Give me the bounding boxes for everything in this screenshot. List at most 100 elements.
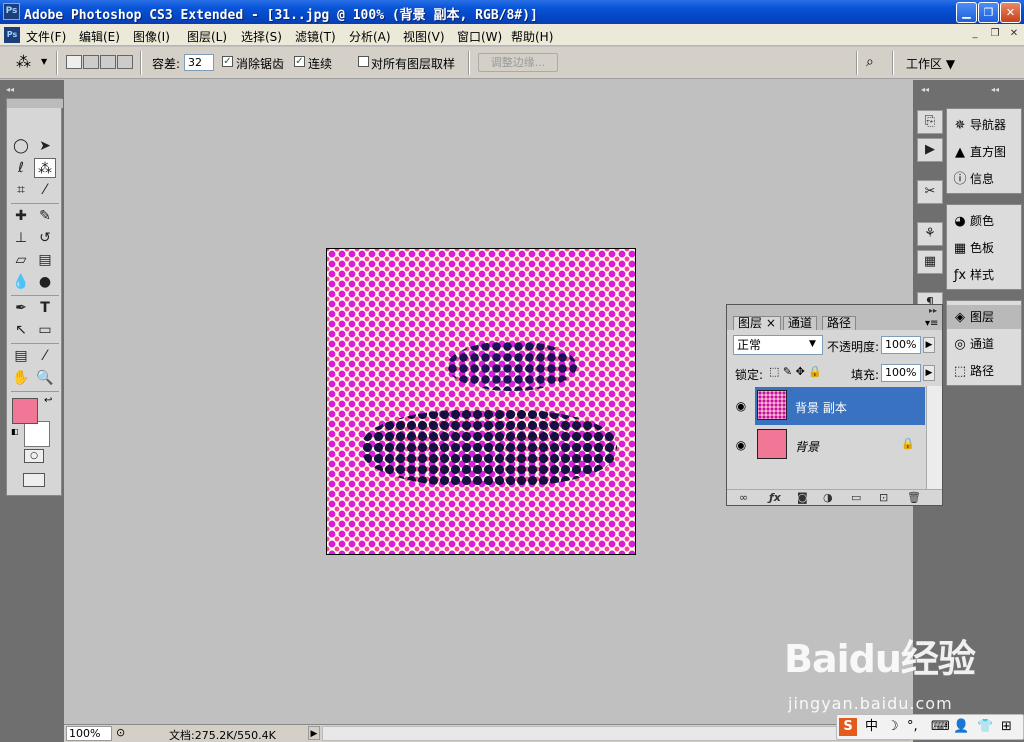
menu-help[interactable]: 帮助(H) bbox=[511, 28, 553, 45]
background-color-swatch[interactable] bbox=[24, 421, 50, 447]
eraser-icon[interactable]: ▱ bbox=[10, 250, 32, 270]
swap-colors-icon[interactable]: ↩ bbox=[44, 395, 52, 406]
workspace-menu[interactable]: 工作区 ▼ bbox=[906, 55, 955, 72]
tolerance-input[interactable]: 32 bbox=[184, 54, 214, 71]
path-select-icon[interactable]: ↖ bbox=[10, 320, 32, 340]
magic-wand-icon[interactable]: ⁂ bbox=[34, 158, 56, 178]
notes-icon[interactable]: ▤ bbox=[10, 346, 32, 366]
stamp-icon[interactable]: ⊥ bbox=[10, 228, 32, 248]
panel-navigator[interactable]: ✵ 导航器 bbox=[947, 113, 1021, 137]
dodge-icon[interactable]: ● bbox=[34, 272, 56, 292]
menu-file[interactable]: 文件(F) bbox=[26, 28, 66, 45]
tool-presets-icon[interactable]: ✂ bbox=[917, 180, 943, 204]
layer-row-selected[interactable]: 背景 副本 bbox=[755, 387, 925, 425]
tab-layers[interactable]: 图层 × bbox=[733, 316, 781, 330]
hand-icon[interactable]: ✋ bbox=[10, 368, 32, 388]
panel-histogram[interactable]: ▲ 直方图 bbox=[947, 140, 1021, 164]
sogou-icon[interactable]: S bbox=[839, 718, 857, 736]
layer-row[interactable]: 背景 🔒 bbox=[755, 426, 925, 464]
refine-edge-button[interactable]: 调整边缘... bbox=[478, 53, 558, 72]
type-icon[interactable]: T bbox=[34, 298, 56, 318]
move-icon[interactable]: ➤ bbox=[34, 136, 56, 156]
menu-window[interactable]: 窗口(W) bbox=[457, 28, 502, 45]
new-group-icon[interactable]: ▭ bbox=[851, 492, 861, 504]
document-icon[interactable]: Ps bbox=[4, 27, 20, 43]
restore-button[interactable]: ❐ bbox=[978, 2, 999, 23]
panel-swatches[interactable]: ▦ 色板 bbox=[947, 236, 1021, 260]
brush-icon[interactable]: ✎ bbox=[34, 206, 56, 226]
half-width-icon[interactable]: ☽ bbox=[887, 718, 899, 736]
visibility-eye-icon[interactable]: ◉ bbox=[732, 387, 750, 425]
shape-icon[interactable]: ▭ bbox=[34, 320, 56, 340]
new-layer-icon[interactable]: ⊡ bbox=[879, 492, 888, 504]
lock-icons[interactable]: ⬚ ✎ ✥ 🔒 bbox=[769, 365, 822, 378]
panel-paths[interactable]: ⬚ 路径 bbox=[947, 359, 1021, 383]
opacity-input[interactable]: 100% bbox=[881, 336, 921, 354]
add-selection-icon[interactable] bbox=[83, 55, 99, 69]
zoom-icon[interactable]: 🔍 bbox=[34, 368, 56, 388]
skin-icon[interactable]: 👕 bbox=[977, 718, 993, 736]
panel-collapse-icon[interactable]: ▸▸ bbox=[929, 306, 937, 315]
menu-layer[interactable]: 图层(L) bbox=[187, 28, 227, 45]
panel-channels[interactable]: ◎ 通道 bbox=[947, 332, 1021, 356]
brushes-panel-icon[interactable]: ⚘ bbox=[917, 222, 943, 246]
chinese-mode-icon[interactable]: 中 bbox=[865, 718, 878, 736]
eyedropper-icon[interactable]: ⁄ bbox=[34, 346, 56, 366]
magic-wand-icon[interactable]: ⁂ bbox=[16, 53, 31, 71]
tab-channels[interactable]: 通道 bbox=[783, 316, 818, 330]
panel-info[interactable]: ⓘ 信息 bbox=[947, 167, 1021, 191]
link-layers-icon[interactable]: ∞ bbox=[739, 492, 748, 504]
tool-preset-arrow-icon[interactable]: ▼ bbox=[41, 57, 47, 66]
subtract-selection-icon[interactable] bbox=[100, 55, 116, 69]
menu-analysis[interactable]: 分析(A) bbox=[349, 28, 391, 45]
horizontal-scrollbar[interactable] bbox=[322, 726, 910, 741]
fill-input[interactable]: 100% bbox=[881, 364, 921, 382]
foreground-color-swatch[interactable] bbox=[12, 398, 38, 424]
panel-layers[interactable]: ◈ 图层 bbox=[947, 305, 1021, 329]
marquee-icon[interactable]: ◯ bbox=[10, 136, 32, 156]
collapse-icon[interactable]: ◂◂ bbox=[6, 85, 14, 94]
collapse-icon[interactable]: ◂◂ bbox=[991, 85, 999, 94]
menu-filter[interactable]: 滤镜(T) bbox=[295, 28, 336, 45]
doc-minimize-button[interactable]: _ bbox=[968, 28, 982, 41]
panel-menu-icon[interactable]: ▾≡ bbox=[925, 318, 938, 329]
fill-slider-arrow-icon[interactable]: ▶ bbox=[923, 365, 935, 381]
menu-edit[interactable]: 编辑(E) bbox=[79, 28, 120, 45]
screen-mode-icon[interactable] bbox=[23, 473, 45, 487]
new-selection-icon[interactable] bbox=[66, 55, 82, 69]
quick-mask-icon[interactable]: ○ bbox=[24, 449, 44, 463]
zoom-level-field[interactable]: 100% bbox=[66, 726, 112, 741]
image-canvas[interactable] bbox=[326, 248, 636, 555]
minimize-button[interactable]: ▁ bbox=[956, 2, 977, 23]
trash-icon[interactable]: 🗑 bbox=[907, 492, 921, 504]
panel-color[interactable]: ◕ 颜色 bbox=[947, 209, 1021, 233]
blur-icon[interactable]: 💧 bbox=[10, 272, 32, 292]
contiguous-checkbox[interactable]: ✓ bbox=[294, 56, 305, 67]
menu-image[interactable]: 图像(I) bbox=[133, 28, 170, 45]
status-menu-arrow-icon[interactable]: ▶ bbox=[308, 726, 320, 740]
collapse-icon[interactable]: ◂◂ bbox=[921, 85, 929, 94]
pen-icon[interactable]: ✒ bbox=[10, 298, 32, 318]
keyboard-icon[interactable]: ⌨ bbox=[931, 718, 950, 736]
add-mask-icon[interactable]: ◙ bbox=[797, 492, 808, 504]
gradient-icon[interactable]: ▤ bbox=[34, 250, 56, 270]
anti-alias-checkbox[interactable]: ✓ bbox=[222, 56, 233, 67]
tab-paths[interactable]: 路径 bbox=[822, 316, 857, 330]
menu-view[interactable]: 视图(V) bbox=[403, 28, 445, 45]
healing-icon[interactable]: ✚ bbox=[10, 206, 32, 226]
bridge-icon[interactable]: ⌕ bbox=[866, 54, 874, 70]
toolbox-menu-icon[interactable]: ⊞ bbox=[1001, 718, 1012, 736]
visibility-eye-icon[interactable]: ◉ bbox=[732, 426, 750, 464]
adjustment-layer-icon[interactable]: ◑ bbox=[823, 492, 833, 504]
slice-icon[interactable]: ⁄ bbox=[34, 180, 56, 200]
chevron-down-icon[interactable]: ▼ bbox=[809, 339, 816, 349]
sample-all-layers-checkbox[interactable] bbox=[358, 56, 369, 67]
status-icon[interactable]: ⊙ bbox=[116, 726, 125, 739]
intersect-selection-icon[interactable] bbox=[117, 55, 133, 69]
user-icon[interactable]: 👤 bbox=[953, 718, 969, 736]
default-colors-icon[interactable]: ◧ bbox=[11, 427, 19, 436]
close-button[interactable]: ✕ bbox=[1000, 2, 1021, 23]
history-panel-icon[interactable]: ⎘ bbox=[917, 110, 943, 134]
punctuation-icon[interactable]: °, bbox=[907, 718, 918, 736]
clone-source-icon[interactable]: ▦ bbox=[917, 250, 943, 274]
